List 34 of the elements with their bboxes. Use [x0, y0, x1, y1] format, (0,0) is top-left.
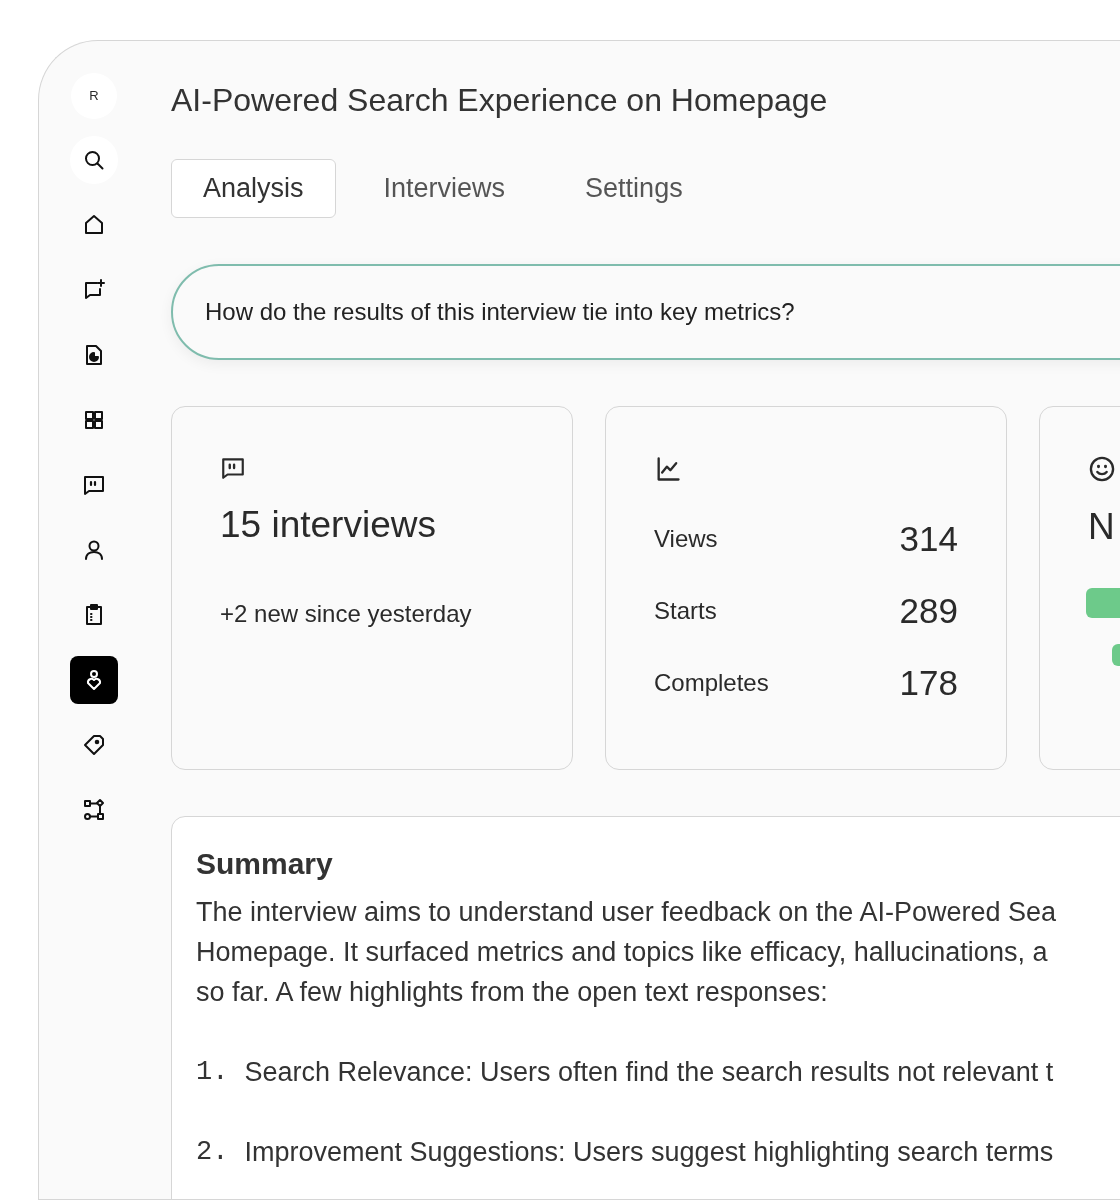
- metric-label: Views: [654, 523, 718, 554]
- list-item-text: Search Relevance: Users often find the search results not relevant t: [244, 1055, 1054, 1089]
- avatar[interactable]: R: [71, 73, 117, 119]
- list-number: 2.: [196, 1136, 229, 1170]
- change-note: +2 new since yesterday: [220, 599, 473, 630]
- summary-text: The interview aims to understand user feedback on the AI-Powered Sea: [196, 895, 1057, 929]
- tab[interactable]: Interviews: [351, 159, 538, 218]
- sentiment-value: N: [1088, 504, 1116, 549]
- tag-icon: [82, 733, 106, 757]
- chat-plus-icon: [82, 278, 106, 302]
- summary-text: Homepage. It surfaced metrics and topics like efficacy, hallucinations, a: [196, 935, 1049, 969]
- summary-text: so far. A few highlights from the open text responses:: [196, 975, 829, 1009]
- home-icon: [82, 213, 106, 237]
- tab[interactable]: Analysis: [171, 159, 336, 218]
- metric-label: Completes: [654, 667, 769, 698]
- metric-value: 178: [899, 661, 958, 704]
- grid-icon: [82, 408, 106, 432]
- question-field[interactable]: How do the results of this interview tie into key metrics?: [171, 263, 1120, 360]
- search-icon: [82, 148, 106, 172]
- quote-chat-icon: [82, 473, 106, 497]
- metric-value: 289: [899, 589, 958, 632]
- metric-value: 314: [899, 517, 958, 560]
- page-title: AI-Powered Search Experience on Homepage: [171, 81, 829, 120]
- list-item-text: Improvement Suggestions: Users suggest highlighting search terms: [244, 1136, 1054, 1170]
- search-button[interactable]: [70, 136, 118, 184]
- metric-label: Starts: [654, 595, 717, 626]
- list-number: 1.: [196, 1055, 229, 1089]
- smiley-icon: [1088, 454, 1116, 483]
- interview-count: 15 interviews: [220, 502, 437, 547]
- workflow-icon: [82, 798, 106, 822]
- heart-person-button[interactable]: [70, 656, 118, 704]
- tab[interactable]: Settings: [553, 159, 715, 218]
- person-icon: [82, 538, 106, 562]
- summary-heading: Summary: [196, 845, 334, 882]
